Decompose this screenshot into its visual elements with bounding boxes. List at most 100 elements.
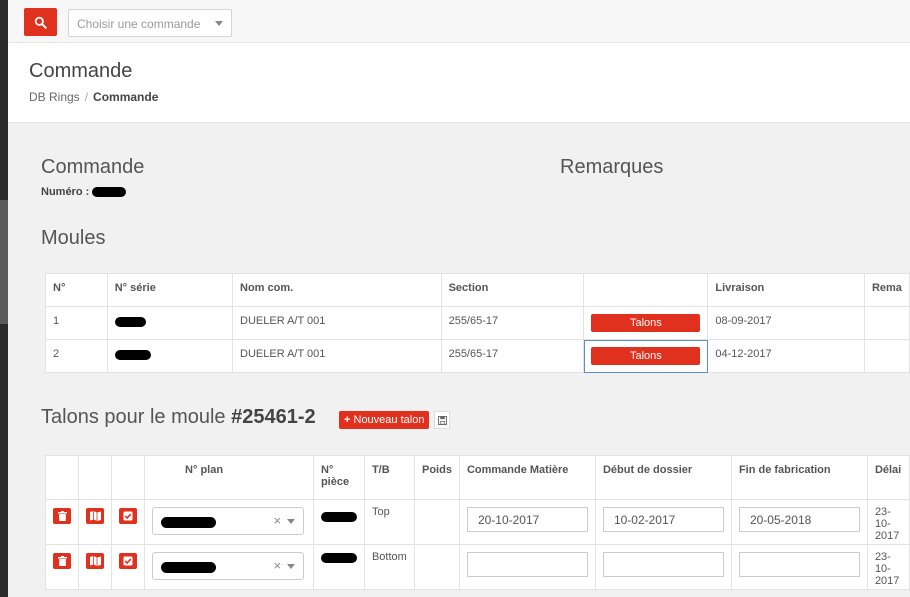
cell-serie xyxy=(106,339,234,373)
talons-button[interactable]: Talons xyxy=(591,347,701,365)
moules-heading: Moules xyxy=(41,227,106,249)
moules-table: N° N° série Nom com. Section Livraison R… xyxy=(45,273,910,373)
cell-n: 2 xyxy=(45,339,108,373)
cell-remarque xyxy=(863,306,910,340)
redacted-plan xyxy=(161,517,217,528)
chevron-down-icon xyxy=(215,21,223,26)
cell-debut-dossier xyxy=(594,499,732,545)
cell-commande-matiere xyxy=(458,544,596,590)
col-header-empty xyxy=(45,455,79,500)
fin-fabrication-input[interactable] xyxy=(738,507,860,532)
search-button[interactable] xyxy=(24,8,57,36)
cell-delai: 23-10-2017 xyxy=(866,544,910,590)
cell-map xyxy=(77,544,113,590)
cell-tb: Bottom xyxy=(363,544,415,590)
cell-check xyxy=(111,499,146,545)
validate-button[interactable] xyxy=(119,508,138,524)
cell-remarque xyxy=(863,339,910,373)
debut-dossier-input[interactable] xyxy=(602,552,724,577)
chevron-down-icon xyxy=(287,564,296,569)
left-sidebar-strip xyxy=(0,0,8,597)
breadcrumb-current: Commande xyxy=(93,90,159,104)
breadcrumb-separator: / xyxy=(84,90,89,104)
cell-delete xyxy=(45,499,79,545)
cell-poids xyxy=(413,544,460,590)
commande-numero: Numéro : xyxy=(41,186,127,198)
validate-button[interactable] xyxy=(119,553,138,569)
page-header: Commande DB Rings / Commande xyxy=(8,43,910,123)
moule-id: #25461-2 xyxy=(231,406,316,428)
plan-select[interactable]: × xyxy=(152,507,305,535)
clear-icon[interactable]: × xyxy=(273,558,281,573)
new-talon-label: Nouveau talon xyxy=(353,414,425,426)
clear-icon[interactable]: × xyxy=(273,513,281,528)
col-header: N° plan xyxy=(144,455,314,500)
trash-icon xyxy=(57,556,67,566)
new-talon-button[interactable]: + Nouveau talon xyxy=(339,411,430,429)
map-button[interactable] xyxy=(86,508,104,524)
cell-action-selected: Talons xyxy=(583,339,709,373)
top-bar: Choisir une commande xyxy=(8,0,910,43)
cell-plan: × xyxy=(144,544,314,590)
col-header: Commande Matière xyxy=(458,455,596,500)
col-header: N° série xyxy=(106,273,234,307)
map-icon xyxy=(89,511,101,521)
table-header-row: N° plan N° pièce T/B Poids Commande Mati… xyxy=(45,455,910,500)
sidebar-strip-highlight xyxy=(0,200,8,324)
table-row: × Top 23-10-2017 xyxy=(45,499,910,545)
col-header: Rema xyxy=(863,273,910,307)
commande-heading: Commande xyxy=(41,156,145,178)
table-row[interactable]: 2 DUELER A/T 001 255/65-17 Talons 04-12-… xyxy=(45,339,910,373)
cell-n: 1 xyxy=(45,306,108,340)
table-header-row: N° N° série Nom com. Section Livraison R… xyxy=(45,273,910,307)
redacted-numero xyxy=(92,187,127,198)
cell-poids xyxy=(413,499,460,545)
fin-fabrication-input[interactable] xyxy=(738,552,860,577)
cell-piece xyxy=(312,499,365,545)
page-title: Commande xyxy=(29,60,133,82)
redacted-piece xyxy=(320,553,357,564)
breadcrumb: DB Rings / Commande xyxy=(29,90,158,104)
commande-matiere-input[interactable] xyxy=(466,507,588,532)
col-header: Poids xyxy=(413,455,460,500)
numero-label: Numéro : xyxy=(41,186,90,198)
debut-dossier-input[interactable] xyxy=(602,507,724,532)
redacted-plan xyxy=(161,562,217,573)
delete-button[interactable] xyxy=(53,508,71,524)
cell-map xyxy=(77,499,113,545)
col-header: Livraison xyxy=(707,273,865,307)
breadcrumb-link-db-rings[interactable]: DB Rings xyxy=(29,90,80,104)
chevron-down-icon xyxy=(287,519,296,524)
redacted-piece xyxy=(320,512,357,522)
cell-section: 255/65-17 xyxy=(440,306,585,340)
col-header: Nom com. xyxy=(232,273,442,307)
cell-nom: DUELER A/T 001 xyxy=(232,306,442,340)
plan-select[interactable]: × xyxy=(152,552,305,580)
cell-fin-fabrication xyxy=(730,544,868,590)
col-header: N° pièce xyxy=(312,455,365,500)
cell-delete xyxy=(45,544,79,590)
talons-table: N° plan N° pièce T/B Poids Commande Mati… xyxy=(45,455,910,590)
save-button[interactable] xyxy=(434,411,450,429)
map-button[interactable] xyxy=(86,553,104,569)
cell-livraison: 08-09-2017 xyxy=(707,306,865,340)
table-row[interactable]: 1 DUELER A/T 001 255/65-17 Talons 08-09-… xyxy=(45,306,910,340)
command-select[interactable]: Choisir une commande xyxy=(68,9,232,37)
cell-action: Talons xyxy=(583,306,709,340)
check-square-icon xyxy=(123,511,133,521)
commande-matiere-input[interactable] xyxy=(466,552,588,577)
delete-button[interactable] xyxy=(53,553,71,569)
col-header: Début de dossier xyxy=(594,455,732,500)
plus-icon: + xyxy=(344,414,351,426)
talons-heading: Talons pour le moule #25461-2 xyxy=(41,406,316,429)
redacted-serie xyxy=(114,316,146,327)
main-content: Commande Remarques Numéro : Moules N° N°… xyxy=(8,123,910,597)
col-header: Section xyxy=(440,273,585,307)
cell-serie xyxy=(106,306,234,340)
cell-debut-dossier xyxy=(594,544,732,590)
talons-button[interactable]: Talons xyxy=(591,314,701,332)
map-icon xyxy=(89,556,101,566)
cell-fin-fabrication xyxy=(730,499,868,545)
save-icon xyxy=(437,415,447,425)
cell-plan: × xyxy=(144,499,314,545)
